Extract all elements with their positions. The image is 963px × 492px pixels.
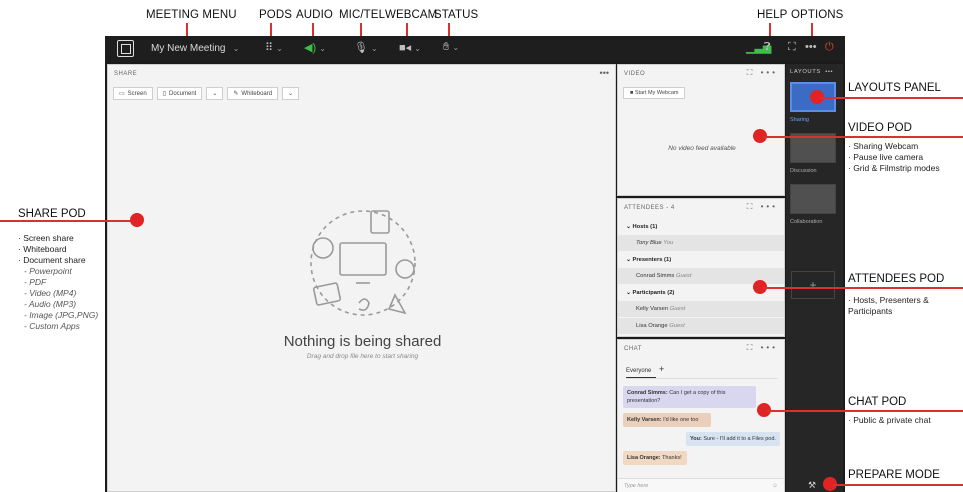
chat-input[interactable]: Type here ☺: [618, 478, 784, 492]
attendee-row[interactable]: Kelly Varsen Guest: [618, 301, 784, 317]
emoji-icon[interactable]: ☺: [772, 483, 778, 489]
share-pod-header: SHARE: [114, 71, 138, 77]
callout-share-list: · Screen share · Whiteboard · Document s…: [18, 233, 99, 331]
callout-line: [763, 136, 963, 138]
share-pod: SHARE ••• ▭ Screen ▯ Document ⌄ ✎ Whiteboar…: [107, 64, 616, 492]
monitor-icon: ▭: [119, 91, 125, 97]
attendee-row[interactable]: Tony Blue You: [618, 235, 784, 251]
callout-status: STATUS: [434, 9, 479, 21]
callout-help: HELP: [757, 9, 788, 21]
annotated-screenshot: MEETING MENU PODS AUDIO MIC/TEL WEBCAM S…: [0, 0, 963, 492]
meeting-title: My New Meeting: [151, 43, 226, 54]
callout-line: [763, 287, 963, 289]
help-icon[interactable]: ❓︎: [764, 41, 771, 54]
layouts-header: LAYOUTS •••: [790, 69, 834, 75]
callout-video-list: · Sharing Webcam · Pause live camera · G…: [848, 141, 940, 173]
callout-attendees-list: · Hosts, Presenters & Participants: [848, 295, 929, 316]
tab-divider: [626, 378, 778, 379]
attendee-group-presenters[interactable]: ⌄ Presenters (1): [618, 252, 784, 268]
no-video-feed-text: No video feed available: [668, 145, 736, 152]
callout-line: [833, 484, 963, 486]
callout-chat-pod: CHAT POD: [848, 396, 907, 408]
add-chat-tab-button[interactable]: +: [659, 364, 664, 374]
callout-attendees-pod: ATTENDEES POD: [848, 273, 945, 285]
callout-audio: AUDIO: [296, 9, 333, 21]
audio-speaker-icon[interactable]: ◀) ⌄: [304, 41, 326, 54]
callout-video-pod: VIDEO POD: [848, 122, 912, 134]
callout-share-pod: SHARE POD: [18, 208, 86, 220]
share-toolbar: ▭ Screen ▯ Document ⌄ ✎ Whiteboard ⌄: [113, 87, 300, 100]
video-pod-controls[interactable]: ⛶ •••: [747, 68, 778, 78]
callout-meeting-menu: MEETING MENU: [146, 9, 237, 21]
app-logo-icon[interactable]: [117, 40, 134, 57]
chat-message: Conrad Simms: Can I get a copy of this p…: [623, 386, 756, 408]
fullscreen-icon[interactable]: ⛶: [788, 41, 796, 54]
share-whiteboard-dropdown[interactable]: ⌄: [282, 87, 300, 100]
meeting-topbar: My New Meeting ⌄ ⠿ ⌄ ◀) ⌄ 🎙︎ ⌄ ■◂ ⌄ ✋︎ ⌄…: [105, 36, 845, 62]
empty-share-subtitle: Drag and drop file here to start sharing: [306, 353, 419, 360]
webcam-icon[interactable]: ■◂ ⌄: [399, 41, 421, 54]
callout-line: [820, 97, 963, 99]
chat-message: Lisa Orange: Thanks!: [623, 451, 687, 465]
callout-dot: [130, 213, 144, 227]
chat-tabs: Everyone +: [626, 364, 664, 374]
callout-chat-list: · Public & private chat: [848, 415, 931, 425]
chat-message: Kelly Varsen: I'd like one too: [623, 413, 711, 427]
document-icon: ▯: [162, 91, 166, 97]
layout-collaboration-label: Collaboration: [790, 219, 823, 225]
active-tab-indicator: [626, 377, 656, 378]
chat-pod-controls[interactable]: ⛶ •••: [747, 343, 778, 353]
whiteboard-icon: ✎: [233, 91, 239, 97]
options-more-icon[interactable]: •••: [805, 41, 817, 53]
callout-mic-tel: MIC/TEL: [339, 9, 386, 21]
start-webcam-button[interactable]: ■ Start My Webcam: [623, 87, 686, 99]
callout-layouts-panel: LAYOUTS PANEL: [848, 82, 941, 94]
share-screen-button[interactable]: ▭ Screen: [113, 87, 153, 100]
chevron-down-icon: ⌄: [228, 44, 240, 53]
layout-collaboration-thumb[interactable]: [790, 184, 836, 214]
callout-webcam: WEBCAM: [385, 9, 438, 21]
attendees-pod: ATTENDEES - 4 ⛶ ••• ⌄ Hosts (1) Tony Blu…: [617, 198, 785, 337]
empty-share-illustration: [310, 210, 416, 316]
share-document-button[interactable]: ▯ Document: [156, 87, 203, 100]
tab-everyone[interactable]: Everyone: [626, 368, 651, 374]
power-exit-icon[interactable]: ⏻: [825, 41, 834, 54]
status-hand-icon[interactable]: ✋︎ ⌄: [443, 41, 459, 54]
callout-line: [767, 410, 963, 412]
share-whiteboard-button[interactable]: ✎ Whiteboard: [227, 87, 279, 100]
meeting-menu[interactable]: My New Meeting ⌄: [151, 43, 239, 54]
share-document-dropdown[interactable]: ⌄: [206, 87, 224, 100]
chat-message: You: Sure - I'll add it to a Files pod.: [686, 432, 780, 446]
prepare-mode-icon[interactable]: ⚒: [808, 480, 816, 491]
chevron-down-icon: ⌄: [212, 91, 218, 97]
callout-line: [0, 220, 132, 222]
layouts-panel: LAYOUTS ••• Sharing Discussion Collabora…: [786, 64, 843, 492]
callout-prepare-mode: PREPARE MODE: [848, 469, 940, 481]
layout-discussion-label: Discussion: [790, 168, 817, 174]
layout-discussion-thumb[interactable]: [790, 133, 836, 163]
callout-options: OPTIONS: [791, 9, 844, 21]
pods-grid-icon[interactable]: ⠿ ⌄: [265, 41, 283, 54]
chevron-down-icon: ⌄: [288, 91, 294, 97]
attendees-pod-controls[interactable]: ⛶ •••: [747, 202, 778, 212]
attendee-row[interactable]: Lisa Orange Guest: [618, 318, 784, 334]
add-layout-button[interactable]: +: [791, 271, 835, 299]
attendee-group-hosts[interactable]: ⌄ Hosts (1): [618, 219, 784, 235]
callout-pods: PODS: [259, 9, 292, 21]
layout-sharing-label: Sharing: [790, 117, 809, 123]
empty-share-title: Nothing is being shared: [283, 333, 442, 350]
share-pod-menu-icon[interactable]: •••: [600, 68, 609, 78]
connect-meeting-window: My New Meeting ⌄ ⠿ ⌄ ◀) ⌄ 🎙︎ ⌄ ■◂ ⌄ ✋︎ ⌄…: [105, 36, 845, 492]
microphone-icon[interactable]: 🎙︎ ⌄: [354, 41, 378, 54]
